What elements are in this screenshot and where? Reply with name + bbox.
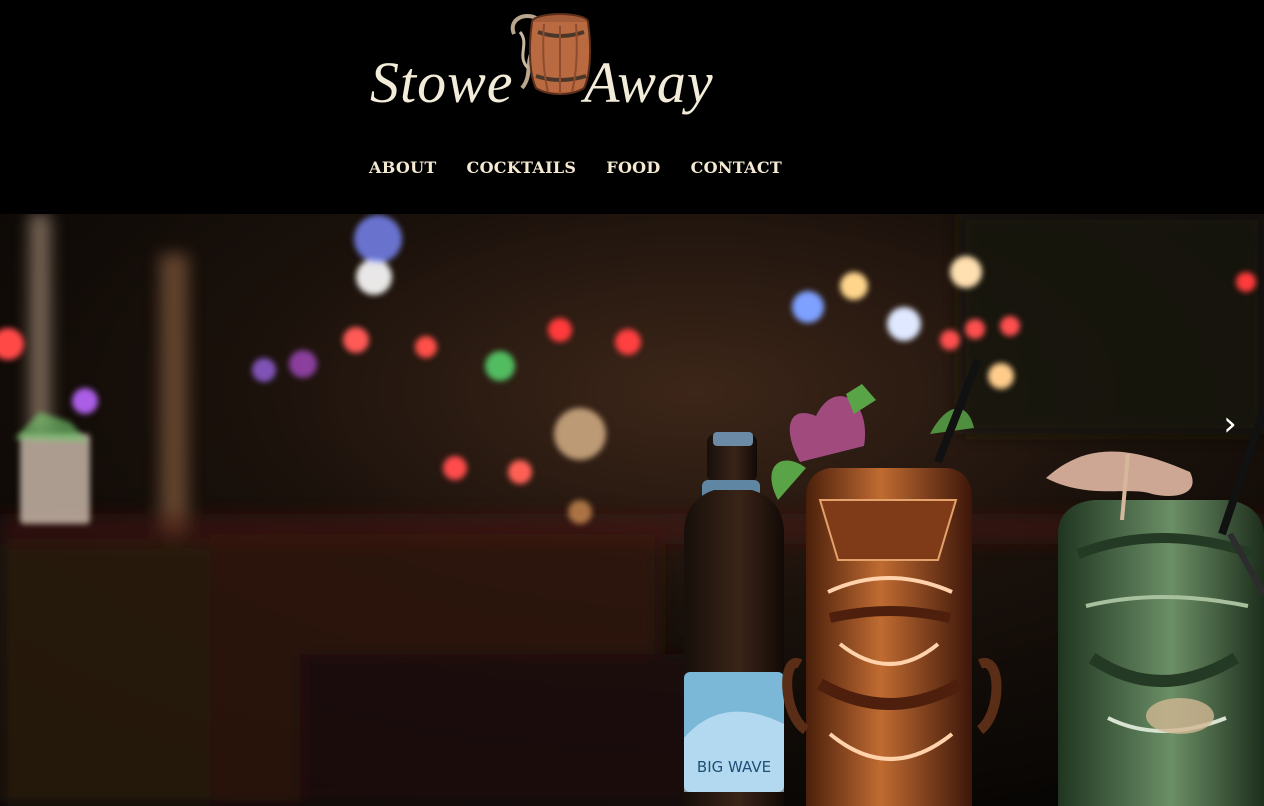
chevron-right-icon[interactable]: › xyxy=(1218,404,1242,444)
nav-item-about[interactable]: ABOUT xyxy=(369,158,437,177)
main-nav: ABOUT COCKTAILS FOOD CONTACT xyxy=(369,158,782,177)
tiki-mug-brown xyxy=(782,468,1002,806)
hero-image: BIG WAVE xyxy=(0,214,1264,806)
site-logo[interactable]: Stowe Away xyxy=(366,10,742,130)
tiki-mug-green xyxy=(1058,500,1264,806)
bottle-label: BIG WAVE xyxy=(697,758,771,776)
hero-slider: BIG WAVE › xyxy=(0,214,1264,806)
nav-item-food[interactable]: FOOD xyxy=(606,158,660,177)
site-header: Stowe Away ABOUT COCKTAILS FOOD CONTACT xyxy=(0,0,1264,214)
nav-item-contact[interactable]: CONTACT xyxy=(691,158,782,177)
logo-text-left: Stowe xyxy=(370,50,514,115)
nav-item-cocktails[interactable]: COCKTAILS xyxy=(467,158,577,177)
logo-text-right: Away xyxy=(584,50,714,115)
